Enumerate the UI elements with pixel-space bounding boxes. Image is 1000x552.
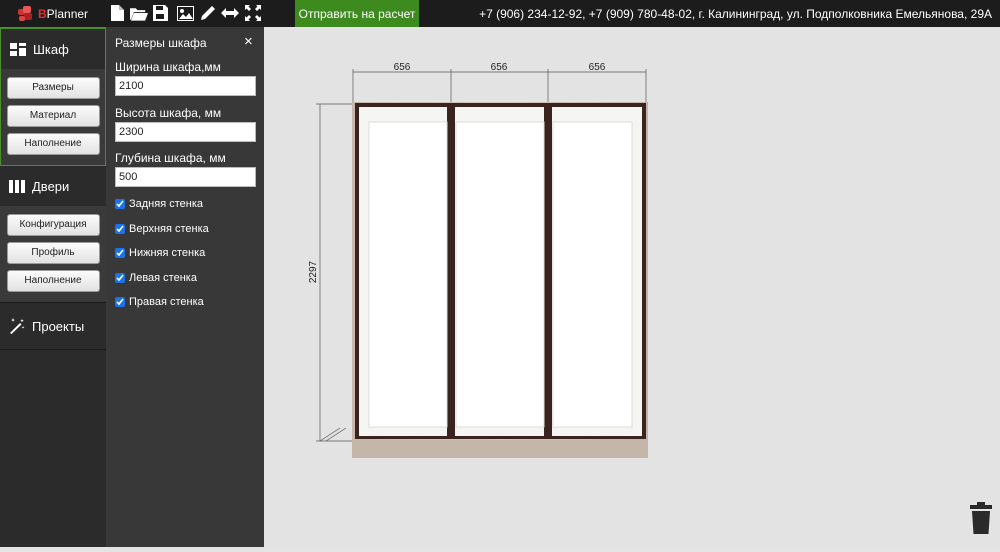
magic-wand-icon xyxy=(10,318,25,334)
left-wall-label: Левая стенка xyxy=(129,272,197,284)
glass-insert-3 xyxy=(552,121,633,428)
bottom-wall-label: Нижняя стенка xyxy=(129,247,206,259)
wardrobe-plinth xyxy=(352,440,648,458)
depth-label: Глубина шкафа, мм xyxy=(115,151,226,165)
width-field[interactable] xyxy=(115,76,256,96)
wardrobe-size-panel: Размеры шкафа × Ширина шкафа,мм Высота ш… xyxy=(106,27,264,547)
fullscreen-icon[interactable] xyxy=(244,4,262,22)
wardrobe-icon xyxy=(10,42,26,56)
glass-insert-2 xyxy=(455,121,545,428)
nav-group-wardrobe: Шкаф Размеры Материал Наполнение xyxy=(0,27,106,166)
top-bar: BPlanner Отправить на расчет +7 (906) 23… xyxy=(0,0,1000,27)
top-wall-checkbox-row[interactable]: Верхняя стенка xyxy=(115,223,209,235)
save-icon[interactable] xyxy=(152,4,170,22)
glass-insert-1 xyxy=(368,121,448,428)
top-wall-label: Верхняя стенка xyxy=(129,223,209,235)
sidebar: Шкаф Размеры Материал Наполнение Двери К… xyxy=(0,27,106,547)
doors-submenu: Конфигурация Профиль Наполнение xyxy=(0,206,106,302)
wardrobe-drawing[interactable]: 656 656 656 2297 xyxy=(264,27,1000,547)
height-dimension xyxy=(316,103,353,442)
contact-info: +7 (906) 234-12-92, +7 (909) 780-48-02, … xyxy=(479,7,992,21)
height-dimension-label: 2297 xyxy=(308,260,319,283)
resize-arrows-icon[interactable] xyxy=(221,4,239,22)
width-dimension xyxy=(352,69,647,102)
right-wall-checkbox-row[interactable]: Правая стенка xyxy=(115,296,204,308)
width-label: Ширина шкафа,мм xyxy=(115,60,221,74)
nav-group-doors: Двери Конфигурация Профиль Наполнение xyxy=(0,166,106,303)
back-wall-checkbox-row[interactable]: Задняя стенка xyxy=(115,198,203,210)
design-canvas[interactable]: 656 656 656 2297 xyxy=(264,27,1000,547)
logo-text: BPlanner xyxy=(38,6,89,21)
panel-title: Размеры шкафа xyxy=(115,36,207,50)
nav-doors[interactable]: Двери xyxy=(0,166,106,206)
wardrobe-submenu: Размеры Материал Наполнение xyxy=(1,69,105,165)
trash-icon[interactable] xyxy=(970,502,992,534)
back-wall-label: Задняя стенка xyxy=(129,198,204,210)
left-wall-checkbox-row[interactable]: Левая стенка xyxy=(115,272,197,284)
nav-projects-label: Проекты xyxy=(32,318,85,334)
wardrobe-filling-button[interactable]: Наполнение xyxy=(6,133,100,155)
nav-doors-label: Двери xyxy=(32,178,70,194)
bottom-wall-checkbox-row[interactable]: Нижняя стенка xyxy=(115,247,205,259)
checkbox-checked-icon[interactable] xyxy=(115,199,125,209)
right-wall-label: Правая стенка xyxy=(129,296,204,308)
open-folder-icon[interactable] xyxy=(130,4,148,22)
send-for-calculation-button[interactable]: Отправить на расчет xyxy=(295,0,419,27)
checkbox-checked-icon[interactable] xyxy=(115,248,125,258)
nav-wardrobe[interactable]: Шкаф xyxy=(1,29,105,69)
doors-filling-button[interactable]: Наполнение xyxy=(6,270,100,292)
section-width-label-1: 656 xyxy=(394,62,411,73)
nav-wardrobe-label: Шкаф xyxy=(33,41,69,57)
new-file-icon[interactable] xyxy=(108,4,126,22)
checkbox-checked-icon[interactable] xyxy=(115,297,125,307)
profile-button[interactable]: Профиль xyxy=(6,242,100,264)
height-field[interactable] xyxy=(115,122,256,142)
nav-group-projects: Проекты xyxy=(0,303,106,350)
logo-mark-icon xyxy=(18,5,36,22)
nav-projects[interactable]: Проекты xyxy=(0,303,106,349)
image-icon[interactable] xyxy=(176,4,194,22)
section-width-label-3: 656 xyxy=(589,62,606,73)
checkbox-checked-icon[interactable] xyxy=(115,224,125,234)
configuration-button[interactable]: Конфигурация xyxy=(6,214,100,236)
section-width-label-2: 656 xyxy=(491,62,508,73)
close-icon[interactable]: × xyxy=(244,34,253,49)
material-button[interactable]: Материал xyxy=(6,105,100,127)
depth-field[interactable] xyxy=(115,167,256,187)
checkbox-checked-icon[interactable] xyxy=(115,273,125,283)
sizes-button[interactable]: Размеры xyxy=(6,77,100,99)
app-logo[interactable]: BPlanner xyxy=(18,5,88,22)
pencil-icon[interactable] xyxy=(199,4,217,22)
height-label: Высота шкафа, мм xyxy=(115,106,222,120)
doors-icon xyxy=(9,179,25,193)
